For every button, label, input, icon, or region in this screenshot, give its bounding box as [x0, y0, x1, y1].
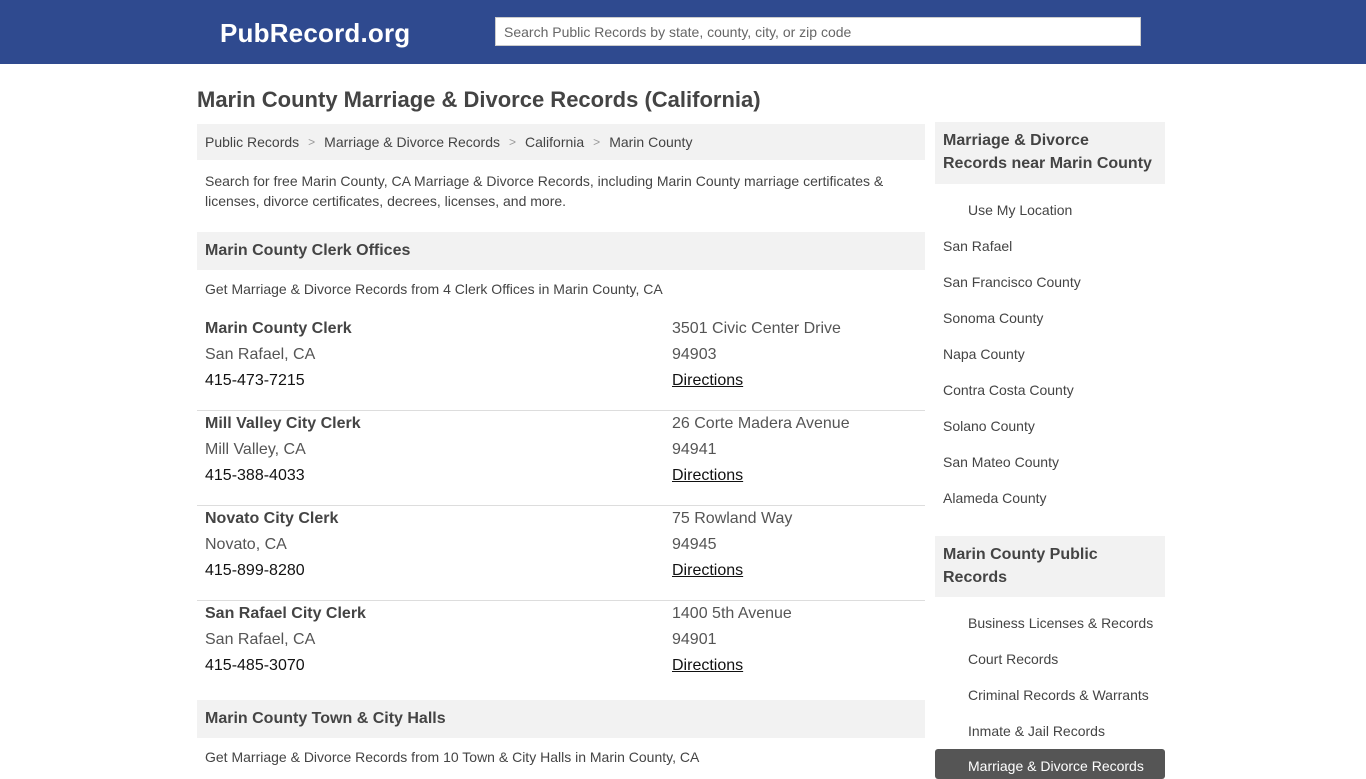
- record-type-link[interactable]: Court Records: [968, 651, 1058, 667]
- breadcrumb-california[interactable]: California: [525, 134, 584, 150]
- nearby-item[interactable]: Sonoma County: [943, 310, 1043, 326]
- breadcrumb: Public Records > Marriage & Divorce Reco…: [197, 124, 925, 160]
- breadcrumb-separator: >: [593, 135, 601, 149]
- office-city: Mill Valley, CA: [205, 441, 306, 458]
- nearby-heading: Marriage & Divorce Records near Marin Co…: [935, 122, 1165, 184]
- office-address: 75 Rowland Way: [672, 510, 793, 527]
- clerk-offices-subtitle: Get Marriage & Divorce Records from 4 Cl…: [205, 281, 663, 297]
- town-halls-heading: Marin County Town & City Halls: [197, 700, 925, 738]
- nearby-item[interactable]: Alameda County: [943, 490, 1047, 506]
- record-type-link[interactable]: Inmate & Jail Records: [968, 723, 1105, 739]
- directions-link[interactable]: Directions: [672, 372, 743, 389]
- breadcrumb-separator: >: [509, 135, 517, 149]
- office-phone[interactable]: 415-899-8280: [205, 558, 338, 584]
- office-city: Novato, CA: [205, 536, 287, 553]
- office-phone[interactable]: 415-473-7215: [205, 368, 352, 394]
- intro-text: Search for free Marin County, CA Marriag…: [205, 173, 884, 209]
- office-row: Marin County Clerk San Rafael, CA 415-47…: [197, 316, 925, 411]
- site-logo[interactable]: PubRecord.org: [220, 18, 410, 49]
- office-zip: 94903: [672, 346, 717, 363]
- directions-link[interactable]: Directions: [672, 657, 743, 674]
- breadcrumb-separator: >: [308, 135, 316, 149]
- site-header: PubRecord.org: [0, 0, 1366, 64]
- record-type-active-label: Marriage & Divorce Records: [968, 758, 1144, 774]
- directions-link[interactable]: Directions: [672, 467, 743, 484]
- nearby-item[interactable]: San Rafael: [943, 238, 1012, 254]
- nearby-item[interactable]: San Mateo County: [943, 454, 1059, 470]
- nearby-item[interactable]: San Francisco County: [943, 274, 1081, 290]
- office-row: Mill Valley City Clerk Mill Valley, CA 4…: [197, 411, 925, 506]
- use-my-location-link[interactable]: Use My Location: [968, 202, 1072, 218]
- office-row: San Rafael City Clerk San Rafael, CA 415…: [197, 601, 925, 696]
- office-name: Marin County Clerk: [205, 320, 352, 337]
- record-type-link[interactable]: Business Licenses & Records: [968, 615, 1153, 631]
- breadcrumb-marriage-divorce[interactable]: Marriage & Divorce Records: [324, 134, 500, 150]
- page-title: Marin County Marriage & Divorce Records …: [197, 87, 761, 112]
- clerk-offices-heading: Marin County Clerk Offices: [197, 232, 925, 270]
- nearby-item[interactable]: Solano County: [943, 418, 1035, 434]
- breadcrumb-public-records[interactable]: Public Records: [205, 134, 299, 150]
- office-name: San Rafael City Clerk: [205, 605, 366, 622]
- town-halls-subtitle: Get Marriage & Divorce Records from 10 T…: [205, 749, 700, 765]
- nearby-item[interactable]: Napa County: [943, 346, 1025, 362]
- office-row: Novato City Clerk Novato, CA 415-899-828…: [197, 506, 925, 601]
- record-type-active[interactable]: Marriage & Divorce Records: [935, 749, 1165, 779]
- office-zip: 94941: [672, 441, 717, 458]
- office-name: Novato City Clerk: [205, 510, 339, 527]
- office-phone[interactable]: 415-388-4033: [205, 463, 361, 489]
- office-address: 26 Corte Madera Avenue: [672, 415, 850, 432]
- nearby-item[interactable]: Contra Costa County: [943, 382, 1074, 398]
- office-name: Mill Valley City Clerk: [205, 415, 361, 432]
- office-zip: 94945: [672, 536, 717, 553]
- public-records-heading: Marin County Public Records: [935, 536, 1165, 597]
- office-address: 1400 5th Avenue: [672, 605, 792, 622]
- office-address: 3501 Civic Center Drive: [672, 320, 841, 337]
- breadcrumb-marin-county[interactable]: Marin County: [609, 134, 692, 150]
- record-type-link[interactable]: Criminal Records & Warrants: [968, 687, 1149, 703]
- office-city: San Rafael, CA: [205, 631, 316, 648]
- office-phone[interactable]: 415-485-3070: [205, 653, 366, 679]
- directions-link[interactable]: Directions: [672, 562, 743, 579]
- office-city: San Rafael, CA: [205, 346, 316, 363]
- office-zip: 94901: [672, 631, 717, 648]
- search-input[interactable]: [495, 17, 1141, 46]
